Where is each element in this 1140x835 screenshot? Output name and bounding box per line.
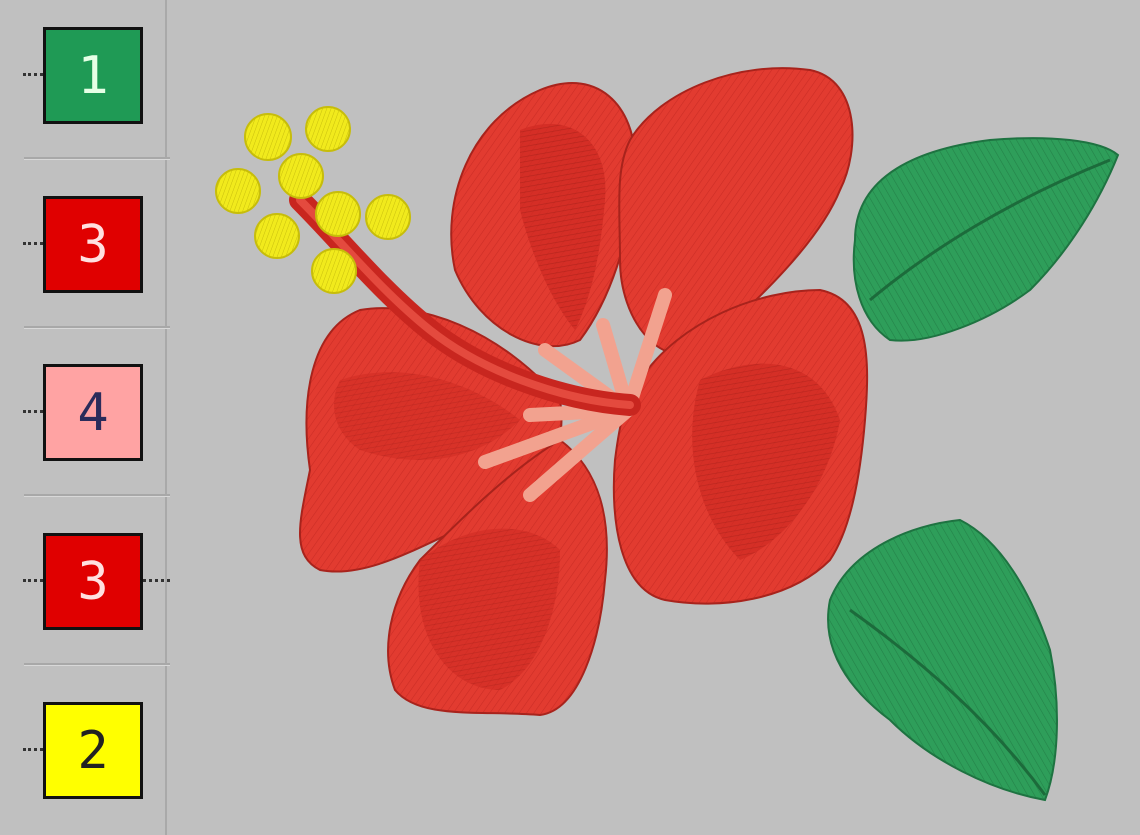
color-swatch-number: 4	[77, 382, 109, 443]
leaf-bottom-right[interactable]	[827, 518, 1058, 802]
color-sequence-panel: 1 3 4 3 2	[0, 0, 170, 835]
color-swatch-1[interactable]: 1	[43, 27, 143, 124]
color-swatch-5[interactable]: 2	[43, 702, 143, 799]
embroidery-design-canvas[interactable]	[168, 0, 1140, 835]
color-swatch-2[interactable]: 3	[43, 196, 143, 293]
connector-dots	[23, 410, 43, 413]
color-swatch-number: 2	[77, 720, 109, 781]
connector-dots	[143, 579, 170, 582]
row-divider	[24, 157, 170, 160]
connector-dots	[23, 579, 43, 582]
color-swatch-number: 1	[77, 45, 109, 106]
row-divider	[24, 326, 170, 329]
color-swatch-4[interactable]: 3	[43, 533, 143, 630]
color-swatch-3[interactable]: 4	[43, 364, 143, 461]
color-swatch-number: 3	[77, 551, 109, 612]
row-divider	[24, 663, 170, 666]
leaf-top-right[interactable]	[852, 137, 1120, 342]
color-swatch-number: 3	[77, 214, 109, 275]
connector-dots	[23, 242, 43, 245]
connector-dots	[23, 73, 43, 76]
connector-dots	[23, 748, 43, 751]
row-divider	[24, 494, 170, 497]
